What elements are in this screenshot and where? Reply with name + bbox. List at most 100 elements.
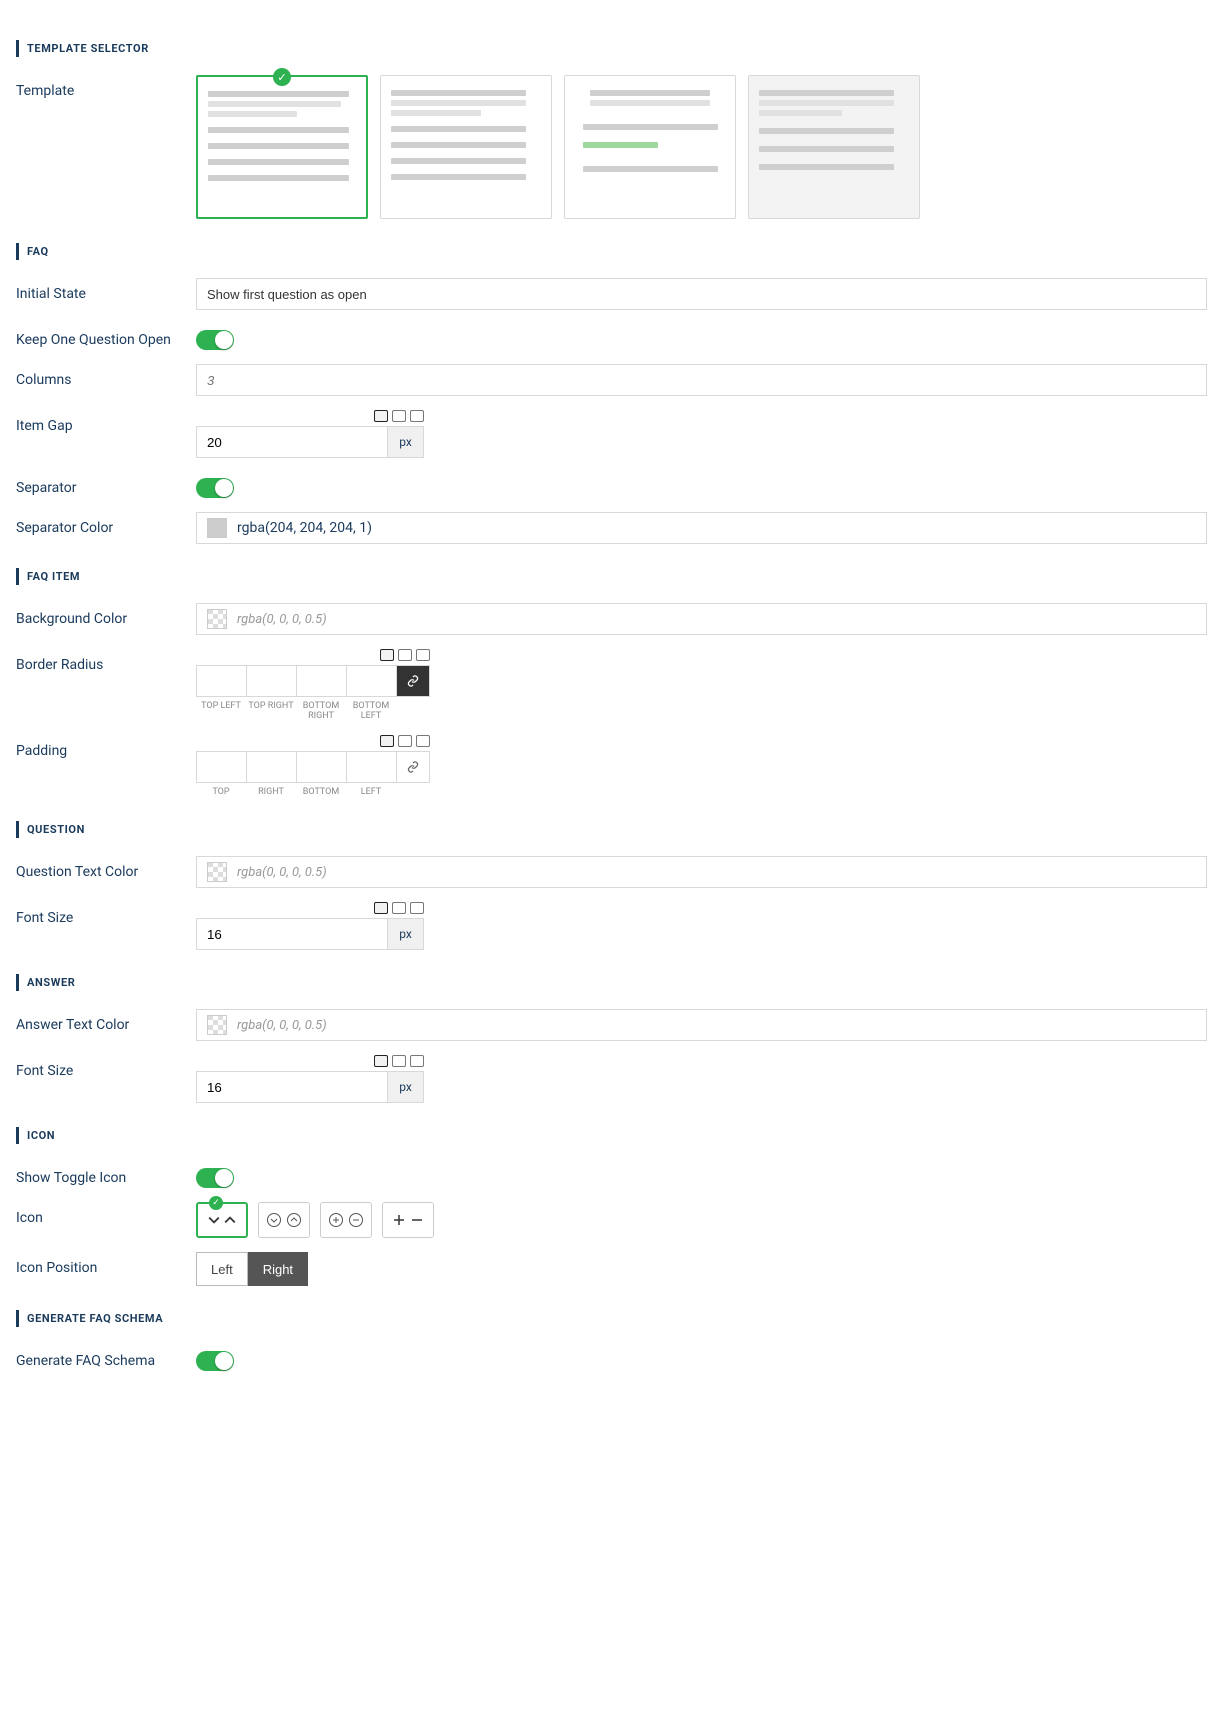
circle-minus-icon <box>348 1212 364 1228</box>
template-option-1[interactable]: ✓ <box>196 75 368 219</box>
responsive-icons[interactable] <box>196 410 424 422</box>
circle-chevron-down-icon <box>266 1212 282 1228</box>
section-question: QUESTION <box>16 821 1207 838</box>
icon-option-circle-plus[interactable] <box>320 1202 372 1238</box>
label-background-color: Background Color <box>16 603 196 627</box>
answer-color-picker[interactable]: rgba(0, 0, 0, 0.5) <box>196 1009 1207 1041</box>
label-padding: Padding <box>16 735 196 759</box>
answer-font-size-input[interactable] <box>196 1071 388 1103</box>
mobile-icon[interactable] <box>416 735 430 747</box>
section-faq: FAQ <box>16 243 1207 260</box>
desktop-icon[interactable] <box>374 1055 388 1067</box>
desktop-icon[interactable] <box>380 735 394 747</box>
tablet-icon[interactable] <box>392 902 406 914</box>
label-columns: Columns <box>16 364 196 388</box>
tablet-icon[interactable] <box>398 735 412 747</box>
transparent-swatch-icon <box>207 1015 227 1035</box>
columns-input[interactable] <box>196 364 1207 396</box>
minus-icon <box>410 1213 424 1227</box>
show-toggle-icon-toggle[interactable] <box>196 1168 234 1188</box>
padding-top[interactable] <box>196 751 246 783</box>
link-values-button[interactable] <box>396 665 430 697</box>
radius-bottom-right[interactable] <box>296 665 346 697</box>
chevron-down-icon <box>208 1214 220 1226</box>
mobile-icon[interactable] <box>410 410 424 422</box>
label-initial-state: Initial State <box>16 278 196 302</box>
background-color-placeholder: rgba(0, 0, 0, 0.5) <box>237 612 327 627</box>
mobile-icon[interactable] <box>410 1055 424 1067</box>
responsive-icons[interactable] <box>196 649 430 661</box>
label-answer-text-color: Answer Text Color <box>16 1009 196 1033</box>
separator-color-picker[interactable]: rgba(204, 204, 204, 1) <box>196 512 1207 544</box>
radius-bottom-left[interactable] <box>346 665 396 697</box>
check-icon: ✓ <box>273 68 291 86</box>
border-radius-inputs <box>196 665 1207 697</box>
background-color-picker[interactable]: rgba(0, 0, 0, 0.5) <box>196 603 1207 635</box>
transparent-swatch-icon <box>207 609 227 629</box>
section-answer: ANSWER <box>16 974 1207 991</box>
plus-icon <box>392 1213 406 1227</box>
label-question-text-color: Question Text Color <box>16 856 196 880</box>
template-option-4[interactable] <box>748 75 920 219</box>
unit-px[interactable]: px <box>388 918 424 950</box>
padding-inputs <box>196 751 1207 783</box>
tablet-icon[interactable] <box>392 1055 406 1067</box>
label-keep-one-open: Keep One Question Open <box>16 324 196 348</box>
question-color-placeholder: rgba(0, 0, 0, 0.5) <box>237 865 327 880</box>
answer-color-placeholder: rgba(0, 0, 0, 0.5) <box>237 1018 327 1033</box>
tablet-icon[interactable] <box>398 649 412 661</box>
desktop-icon[interactable] <box>380 649 394 661</box>
item-gap-input[interactable] <box>196 426 388 458</box>
template-option-2[interactable] <box>380 75 552 219</box>
question-font-size-input[interactable] <box>196 918 388 950</box>
section-template-selector: TEMPLATE SELECTOR <box>16 40 1207 57</box>
responsive-icons[interactable] <box>196 902 424 914</box>
mobile-icon[interactable] <box>410 902 424 914</box>
responsive-icons[interactable] <box>196 735 430 747</box>
circle-chevron-up-icon <box>286 1212 302 1228</box>
label-answer-font-size: Font Size <box>16 1055 196 1079</box>
responsive-icons[interactable] <box>196 1055 424 1067</box>
label-generate-schema: Generate FAQ Schema <box>16 1345 196 1369</box>
mobile-icon[interactable] <box>416 649 430 661</box>
padding-bottom[interactable] <box>296 751 346 783</box>
icon-position-left[interactable]: Left <box>196 1252 248 1286</box>
radius-top-left[interactable] <box>196 665 246 697</box>
separator-color-value: rgba(204, 204, 204, 1) <box>237 520 372 536</box>
label-question-font-size: Font Size <box>16 902 196 926</box>
padding-right[interactable] <box>246 751 296 783</box>
label-icon-position: Icon Position <box>16 1252 196 1276</box>
link-values-button[interactable] <box>396 751 430 783</box>
padding-left[interactable] <box>346 751 396 783</box>
unit-px[interactable]: px <box>388 1071 424 1103</box>
icon-position-right[interactable]: Right <box>248 1252 308 1286</box>
initial-state-select[interactable] <box>196 278 1207 310</box>
question-color-picker[interactable]: rgba(0, 0, 0, 0.5) <box>196 856 1207 888</box>
icon-option-circle-chevron[interactable] <box>258 1202 310 1238</box>
circle-plus-icon <box>328 1212 344 1228</box>
swatch-icon <box>207 518 227 538</box>
keep-one-open-toggle[interactable] <box>196 330 234 350</box>
check-icon: ✓ <box>209 1196 223 1210</box>
template-option-3[interactable] <box>564 75 736 219</box>
section-schema: GENERATE FAQ SCHEMA <box>16 1310 1207 1327</box>
label-show-toggle-icon: Show Toggle Icon <box>16 1162 196 1186</box>
radius-top-right[interactable] <box>246 665 296 697</box>
template-options: ✓ <box>196 75 1207 219</box>
label-border-radius: Border Radius <box>16 649 196 673</box>
generate-schema-toggle[interactable] <box>196 1351 234 1371</box>
separator-toggle[interactable] <box>196 478 234 498</box>
tablet-icon[interactable] <box>392 410 406 422</box>
label-separator: Separator <box>16 472 196 496</box>
section-icon: ICON <box>16 1127 1207 1144</box>
label-separator-color: Separator Color <box>16 512 196 536</box>
icon-option-plus[interactable] <box>382 1202 434 1238</box>
desktop-icon[interactable] <box>374 902 388 914</box>
chevron-up-icon <box>224 1214 236 1226</box>
unit-px[interactable]: px <box>388 426 424 458</box>
desktop-icon[interactable] <box>374 410 388 422</box>
icon-option-chevron[interactable]: ✓ <box>196 1202 248 1238</box>
section-faq-item: FAQ ITEM <box>16 568 1207 585</box>
label-item-gap: Item Gap <box>16 410 196 434</box>
transparent-swatch-icon <box>207 862 227 882</box>
